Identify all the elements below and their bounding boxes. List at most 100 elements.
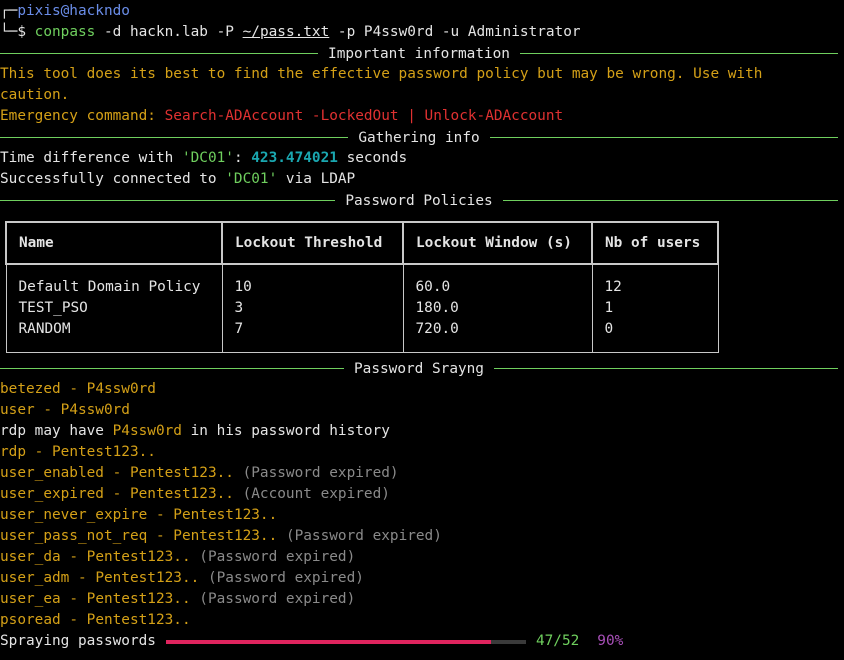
spray-dash: - [60, 591, 87, 607]
section-important: Important information [0, 43, 839, 64]
section-important-title: Important information [328, 45, 510, 62]
spray-line: user_enabled - Pentest123.. (Password ex… [0, 463, 399, 484]
spray-user: rdp [0, 444, 26, 460]
spray-line: user_pass_not_req - Pentest123.. (Passwo… [0, 526, 442, 547]
progress-count: 47/52 [535, 633, 580, 649]
spray-note: (Password expired) [199, 549, 356, 565]
time-suffix: seconds [337, 150, 408, 166]
spray-pass: P4ssw0rd [86, 381, 156, 397]
warning-line-2: caution. [0, 87, 70, 103]
cell-users: 0 [591, 319, 719, 353]
time-value: 423.474021 [251, 150, 338, 166]
command-args-b: -p P4ssw0rd -u Administrator [329, 24, 581, 40]
spray-line: betezed - P4ssw0rd [0, 379, 156, 400]
command-line[interactable]: └─$ conpass -d hackn.lab -P ~/pass.txt -… [0, 22, 581, 43]
command-args-a: -d hackn.lab -P [95, 24, 243, 40]
spray-dash: - [60, 549, 87, 565]
spray-mid: may have [26, 423, 113, 439]
section-spraying: Password Srayng [0, 358, 838, 379]
spray-dash: - [103, 486, 130, 502]
conn-suffix: via LDAP [277, 171, 356, 187]
spray-line: user - P4ssw0rd [0, 400, 130, 421]
table-row: Default Domain Policy 10 60.0 12 [5, 264, 719, 298]
time-prefix: Time difference with [0, 150, 182, 166]
prompt-corner-top: ┌─ [0, 3, 18, 19]
progress-bar-fill [165, 639, 492, 644]
cell-users: 1 [591, 298, 719, 319]
spray-line: user_da - Pentest123.. (Password expired… [0, 547, 355, 568]
spray-pass: Pentest123.. [173, 507, 278, 523]
spray-line: user_never_expire - Pentest123.. [0, 505, 277, 526]
spray-line: user_expired - Pentest123.. (Account exp… [0, 484, 390, 505]
spray-pass: Pentest123.. [173, 528, 278, 544]
user-host: pixis@hackndo [17, 3, 130, 19]
section-spraying-title: Password Srayng [354, 360, 484, 377]
cell-threshold: 10 [221, 264, 404, 298]
cell-threshold: 3 [221, 298, 404, 319]
table-header-row: Name Lockout Threshold Lockout Window (s… [5, 221, 719, 265]
spray-pass: Pentest123.. [95, 570, 200, 586]
spray-dash: - [60, 381, 87, 397]
header-threshold: Lockout Threshold [221, 221, 404, 265]
spray-line: rdp may have P4ssw0rd in his password hi… [0, 421, 390, 442]
conn-prefix: Successfully connected to [0, 171, 226, 187]
cell-name: TEST_PSO [5, 298, 223, 319]
spray-user: user_pass_not_req [0, 528, 148, 544]
spray-dash: - [147, 507, 174, 523]
spray-user: user_da [0, 549, 61, 565]
command-file: ~/pass.txt [242, 24, 330, 40]
spray-pass: Pentest123.. [86, 591, 191, 607]
spray-dash: - [147, 528, 174, 544]
spray-note: (Password expired) [285, 528, 442, 544]
emergency-command: Search-ADAccount -LockedOut | Unlock-ADA… [164, 108, 564, 124]
cell-window: 180.0 [402, 298, 593, 319]
spray-user: psoread [0, 612, 61, 628]
spray-pass: Pentest123.. [52, 444, 156, 460]
policies-table: Name Lockout Threshold Lockout Window (s… [5, 221, 719, 353]
spray-user: user_ea [0, 591, 61, 607]
cell-name: Default Domain Policy [5, 264, 223, 298]
spray-note: (Account expired) [242, 486, 390, 502]
header-name: Name [5, 221, 223, 265]
spray-pass: Pentest123.. [86, 612, 191, 628]
spray-note: (Password expired) [207, 570, 364, 586]
prompt-dollar: $ [17, 24, 26, 40]
spray-user: user_never_expire [0, 507, 148, 523]
progress-line: Spraying passwords 47/52 90% [0, 631, 623, 652]
spray-line: rdp - Pentest123.. [0, 442, 156, 463]
spray-line: psoread - Pentest123.. [0, 610, 191, 631]
spray-user: user [0, 402, 35, 418]
spray-pass: P4ssw0rd [60, 402, 130, 418]
spray-line: user_adm - Pentest123.. (Password expire… [0, 568, 364, 589]
section-policies-title: Password Policies [345, 192, 493, 209]
section-gathering: Gathering info [0, 127, 839, 148]
progress-percent: 90% [597, 633, 624, 649]
dc-name-2: 'DC01' [225, 171, 278, 187]
prompt-corner-bottom: └─ [0, 24, 18, 40]
time-sep: : [233, 150, 252, 166]
spray-user: betezed [0, 381, 61, 397]
prompt-line-1: ┌─pixis@hackndo [0, 1, 130, 22]
spray-dash: - [26, 444, 52, 460]
spray-pass: Pentest123.. [86, 549, 191, 565]
command-name: conpass [34, 24, 96, 40]
spray-note: (Password expired) [242, 465, 399, 481]
header-users: Nb of users [591, 221, 719, 265]
warning-line-1: This tool does its best to find the effe… [0, 66, 763, 82]
connection-line: Successfully connected to 'DC01' via LDA… [0, 169, 355, 190]
cell-threshold: 7 [221, 319, 404, 353]
spray-user: user_adm [0, 570, 70, 586]
section-gathering-title: Gathering info [358, 129, 480, 146]
emergency-label: Emergency command: [0, 108, 165, 124]
cell-name: RANDOM [5, 319, 223, 353]
spray-dash: - [103, 465, 130, 481]
table-row: RANDOM 7 720.0 0 [5, 319, 719, 353]
spray-note: (Password expired) [199, 591, 356, 607]
header-window: Lockout Window (s) [402, 221, 593, 265]
time-diff-line: Time difference with 'DC01': 423.474021 … [0, 148, 407, 169]
spray-dash: - [60, 612, 87, 628]
progress-bar [165, 639, 526, 644]
spray-pass: P4ssw0rd [112, 423, 182, 439]
table-row: TEST_PSO 3 180.0 1 [5, 298, 719, 319]
dc-name: 'DC01' [181, 150, 234, 166]
